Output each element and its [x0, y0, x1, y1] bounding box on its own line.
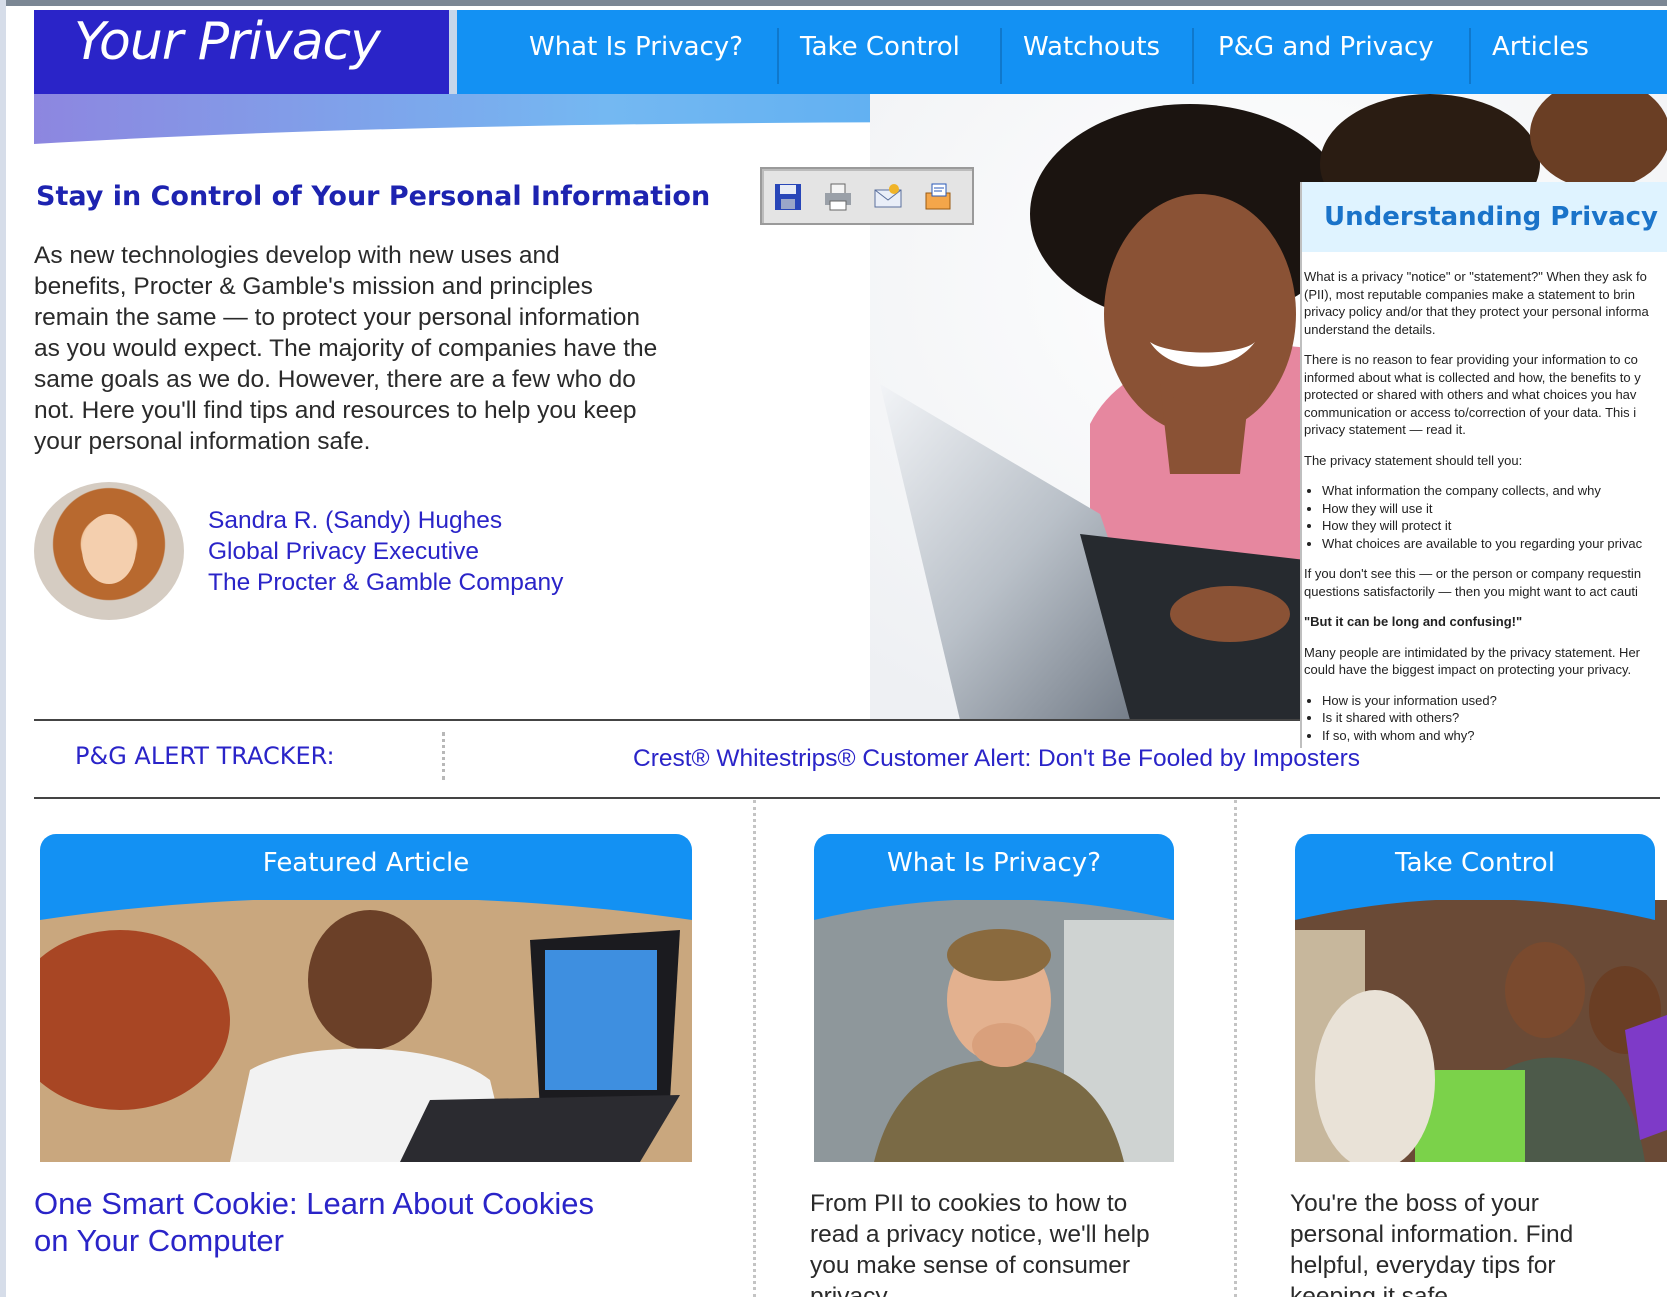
popup-subheading: "But it can be long and confusing!" — [1304, 614, 1523, 629]
list-item: If so, with whom and why? — [1322, 727, 1667, 745]
nav-what-is-privacy[interactable]: What Is Privacy? — [529, 32, 743, 62]
privacy-statement-popup: Understanding Privacy Stat What is a pri… — [1300, 182, 1667, 748]
list-item: How they will use it — [1322, 500, 1667, 518]
intro-line: remain the same — to protect your person… — [34, 304, 640, 331]
avatar-face — [82, 514, 136, 584]
desc-line: you make sense of consumer — [810, 1252, 1131, 1279]
intro-line: same goals as we do. However, there are … — [34, 366, 636, 393]
print-icon[interactable] — [822, 181, 854, 213]
popup-line: Many people are intimidated by the priva… — [1304, 644, 1641, 660]
popup-line: questions satisfactorily — then you migh… — [1304, 583, 1638, 599]
executive-title[interactable]: Global Privacy Executive — [208, 536, 563, 567]
popup-paragraph: What is a privacy "notice" or "statement… — [1304, 268, 1667, 338]
save-icon[interactable] — [772, 181, 804, 213]
executive-signature: Sandra R. (Sandy) Hughes Global Privacy … — [208, 505, 563, 598]
executive-company[interactable]: The Procter & Gamble Company — [208, 567, 563, 598]
take-control-description: You're the boss of your personal informa… — [1290, 1188, 1667, 1297]
nav-divider — [1000, 28, 1002, 84]
card-separator — [1234, 800, 1237, 1297]
popup-title: Understanding Privacy Stat — [1324, 202, 1667, 232]
list-item: What information the company collects, a… — [1322, 482, 1667, 500]
desc-line: read a privacy notice, we'll help — [810, 1221, 1150, 1248]
popup-header: Understanding Privacy Stat — [1302, 182, 1667, 252]
header-separator — [449, 10, 457, 94]
what-is-privacy-description: From PII to cookies to how to read a pri… — [810, 1188, 1190, 1297]
list-item: What choices are available to you regard… — [1322, 535, 1667, 553]
desc-line: You're the boss of your — [1290, 1190, 1539, 1217]
popup-line: understand the details. — [1304, 321, 1436, 337]
share-icon[interactable] — [922, 181, 954, 213]
popup-paragraph: There is no reason to fear providing you… — [1304, 351, 1667, 439]
take-control-photo[interactable] — [1295, 900, 1667, 1162]
desc-line: privacy. — [810, 1283, 893, 1297]
popup-paragraph: Many people are intimidated by the priva… — [1304, 644, 1667, 679]
popup-line: privacy policy and/or that they protect … — [1304, 304, 1649, 319]
desc-line: keeping it safe. — [1290, 1283, 1455, 1297]
title-line: on Your Computer — [34, 1223, 284, 1258]
card-separator — [753, 800, 756, 1297]
nav-articles[interactable]: Articles — [1492, 32, 1589, 62]
nav-divider — [1192, 28, 1194, 84]
nav-divider — [1469, 28, 1471, 84]
intro-paragraph: As new technologies develop with new use… — [34, 240, 724, 457]
popup-list: How is your information used? Is it shar… — [1304, 692, 1667, 745]
list-item: How is your information used? — [1322, 692, 1667, 710]
card-header-label: Featured Article — [262, 848, 470, 878]
popup-list: What information the company collects, a… — [1304, 482, 1667, 552]
popup-body: What is a privacy "notice" or "statement… — [1304, 268, 1667, 748]
what-is-privacy-photo[interactable] — [814, 900, 1174, 1162]
intro-line: As new technologies develop with new use… — [34, 242, 560, 269]
intro-line: benefits, Procter & Gamble's mission and… — [34, 273, 593, 300]
popup-line: communication or access to/correction of… — [1304, 404, 1637, 420]
alert-divider — [442, 732, 445, 780]
window-left-rule — [0, 0, 6, 1297]
card-header-label: What Is Privacy? — [887, 848, 1101, 878]
page-tools-toolbar — [760, 167, 974, 225]
title-line: One Smart Cookie: Learn About Cookies — [34, 1186, 595, 1221]
popup-paragraph: The privacy statement should tell you: — [1304, 452, 1523, 468]
desc-line: From PII to cookies to how to — [810, 1190, 1128, 1217]
executive-name[interactable]: Sandra R. (Sandy) Hughes — [208, 505, 563, 536]
avatar — [34, 482, 184, 620]
list-item: Is it shared with others? — [1322, 709, 1667, 727]
alert-bottom-rule — [34, 797, 1660, 799]
nav-divider — [777, 28, 779, 84]
list-item: How they will protect it — [1322, 517, 1667, 535]
popup-line: privacy statement — read it. — [1304, 422, 1466, 437]
popup-line: (PII), most reputable companies make a s… — [1304, 286, 1635, 302]
popup-line: informed about what is collected and how… — [1304, 369, 1641, 385]
card-header-label: Take Control — [1395, 848, 1555, 878]
window-top-rule — [0, 0, 1667, 6]
popup-line: There is no reason to fear providing you… — [1304, 352, 1638, 367]
popup-paragraph: If you don't see this — or the person or… — [1304, 565, 1667, 600]
featured-article-photo[interactable] — [40, 900, 692, 1162]
email-icon[interactable] — [872, 181, 904, 213]
main-nav: What Is Privacy? Take Control Watchouts … — [457, 10, 1667, 94]
nav-take-control[interactable]: Take Control — [800, 32, 960, 62]
popup-line: If you don't see this — or the person or… — [1304, 566, 1642, 581]
popup-line: What is a privacy "notice" or "statement… — [1304, 269, 1647, 284]
intro-headline: Stay in Control of Your Personal Informa… — [36, 181, 711, 212]
site-title: Your Privacy — [74, 12, 381, 72]
popup-line: protected or shared with others and what… — [1304, 387, 1637, 402]
alert-tracker-label: P&G ALERT TRACKER: — [75, 742, 335, 770]
popup-line: could have the biggest impact on protect… — [1304, 662, 1632, 677]
intro-line: as you would expect. The majority of com… — [34, 335, 658, 362]
site-logo[interactable]: Your Privacy — [34, 10, 449, 94]
nav-watchouts[interactable]: Watchouts — [1023, 32, 1160, 62]
alert-top-rule — [34, 719, 1300, 721]
desc-line: helpful, everyday tips for — [1290, 1252, 1556, 1279]
intro-line: your personal information safe. — [34, 428, 371, 455]
alert-link[interactable]: Crest® Whitestrips® Customer Alert: Don'… — [633, 745, 1360, 773]
desc-line: personal information. Find — [1290, 1221, 1574, 1248]
intro-line: not. Here you'll find tips and resources… — [34, 397, 637, 424]
nav-pg-and-privacy[interactable]: P&G and Privacy — [1218, 32, 1434, 62]
featured-article-title[interactable]: One Smart Cookie: Learn About Cookies on… — [34, 1185, 674, 1259]
